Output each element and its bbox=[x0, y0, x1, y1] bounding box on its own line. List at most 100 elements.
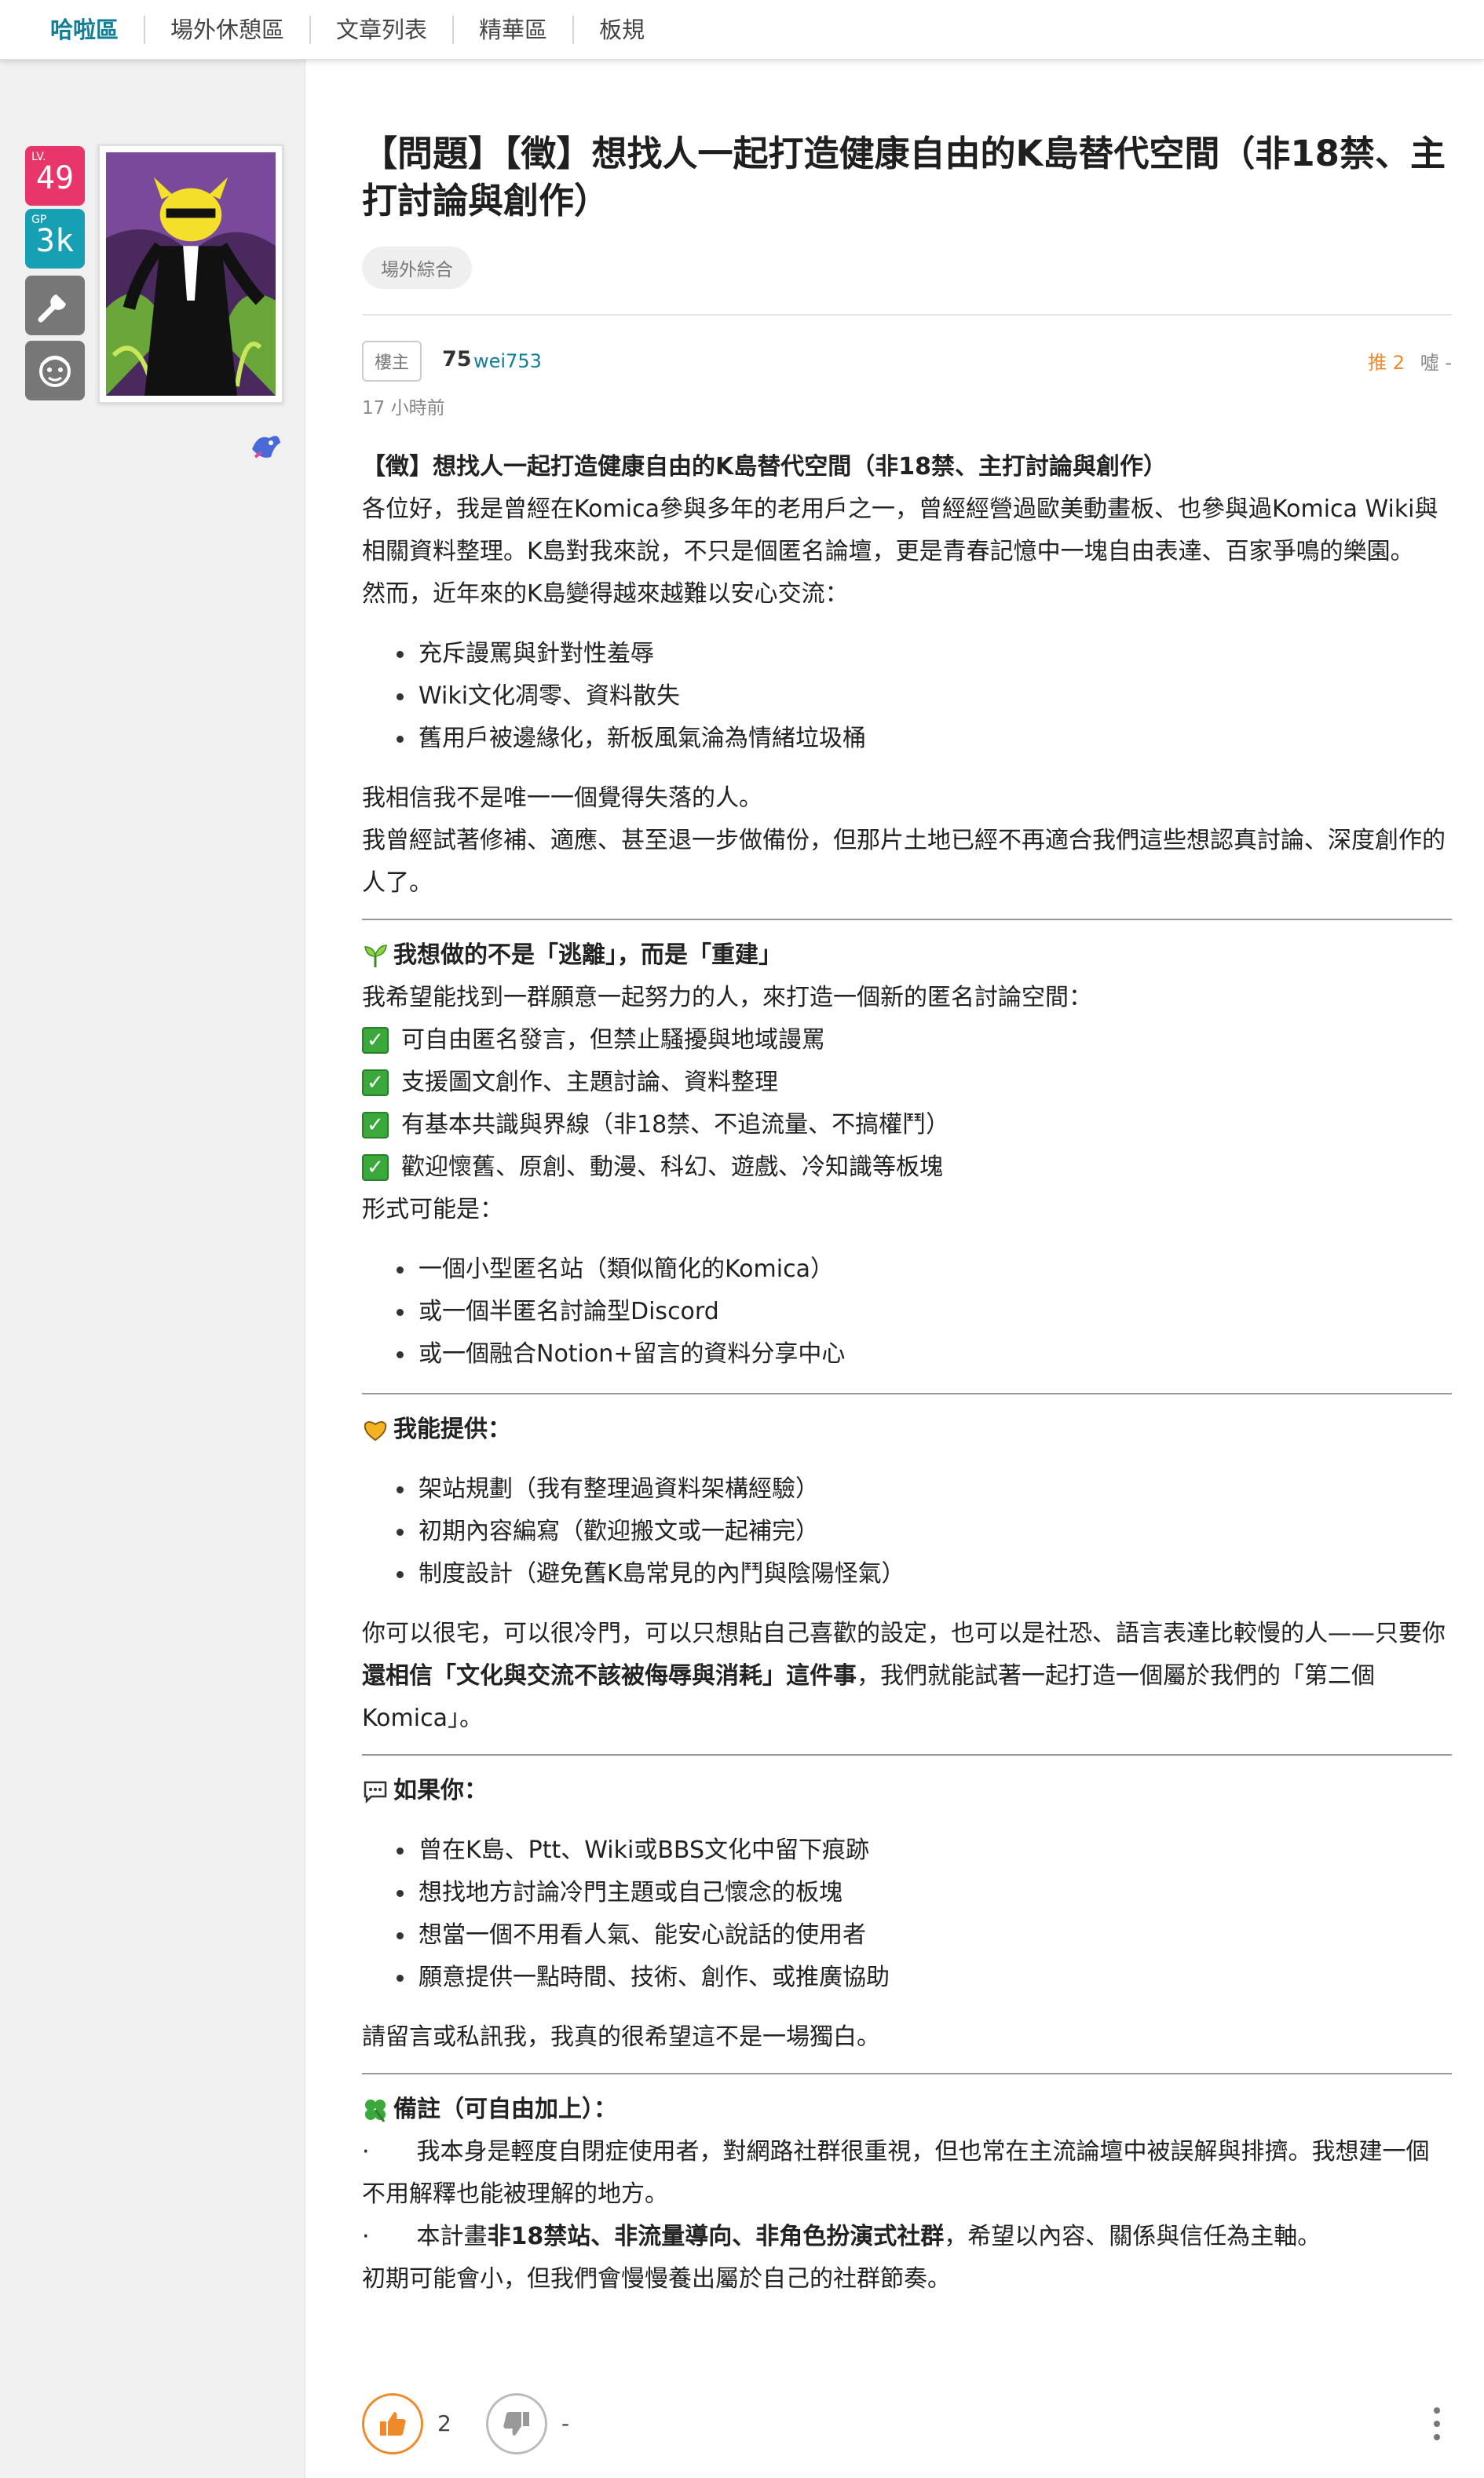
post-body: 【徵】想找人一起打造健康自由的K島替代空間（非18禁、主打討論與創作） 各位好，… bbox=[362, 446, 1452, 2301]
section-note-title: 備註（可自由加上）： bbox=[362, 2089, 1452, 2131]
thumbs-down-icon bbox=[503, 2412, 529, 2436]
section-offer-title: 我能提供： bbox=[362, 1409, 1452, 1451]
level-value: 49 bbox=[35, 160, 75, 196]
author-id[interactable]: wei753 bbox=[473, 350, 542, 372]
section-rebuild-intro: 我希望能找到一群願意一起努力的人，來打造一個新的匿名討論空間： bbox=[362, 984, 1092, 1011]
list-item: 一個小型匿名站（類似簡化的Komica） bbox=[397, 1248, 1452, 1291]
list-item: 或一個融合Notion+留言的資料分享中心 bbox=[397, 1333, 1452, 1376]
list-item: 充斥謾罵與針對性羞辱 bbox=[397, 633, 1452, 675]
check-item: ✓ 支援圖文創作、主題討論、資料整理 bbox=[362, 1062, 1452, 1104]
post-card: 【問題】【徵】想找人一起打造健康自由的K島替代空間（非18禁、主打討論與創作） … bbox=[305, 60, 1484, 2478]
seedling-icon bbox=[364, 945, 387, 967]
note-text: · 本計畫 bbox=[362, 2223, 488, 2250]
list-item: 願意提供一點時間、技術、創作、或推廣協助 bbox=[397, 1957, 1452, 1999]
list-item: 想找地方討論冷門主題或自己懷念的板塊 bbox=[397, 1872, 1452, 1914]
board-tag[interactable]: 場外綜合 bbox=[362, 247, 472, 289]
section-divider bbox=[362, 1393, 1452, 1394]
nav-item-article-list[interactable]: 文章列表 bbox=[309, 15, 452, 44]
face-icon[interactable] bbox=[25, 341, 85, 400]
check-text: 歡迎懷舊、原創、動漫、科幻、遊戲、冷知識等板塊 bbox=[401, 1153, 943, 1181]
boo-count: 噓 - bbox=[1420, 352, 1452, 374]
title-sprite-icon bbox=[252, 436, 280, 459]
note-bold: 非18禁站、非流量導向、非角色扮演式社群 bbox=[487, 2223, 945, 2250]
section-rebuild-title: 我想做的不是「逃離」，而是「重建」 bbox=[362, 934, 1452, 977]
check-icon: ✓ bbox=[362, 1112, 389, 1138]
body-not-alone: 我相信我不是唯一一個覺得失落的人。 bbox=[362, 784, 762, 812]
note-3: 初期可能會小，但我們會慢慢養出屬於自己的社群節奏。 bbox=[362, 2265, 951, 2293]
if-list: 曾在K島、Ptt、Wiki或BBS文化中留下痕跡 想找地方討論冷門主題或自己懷念… bbox=[362, 1829, 1452, 1999]
list-item: 或一個半匿名討論型Discord bbox=[397, 1291, 1452, 1333]
section-if-label: 如果你： bbox=[393, 1777, 488, 1804]
paragraph-text: 你可以很宅，可以很冷門，可以只想貼自己喜歡的設定，也可以是社恐、語言表達比較慢的… bbox=[362, 1620, 1446, 1647]
list-item: 舊用戶被邊緣化，新板風氣淪為情緒垃圾桶 bbox=[397, 718, 1452, 760]
list-item: 制度設計（避免舊K島常見的內鬥與陰陽怪氣） bbox=[397, 1553, 1452, 1595]
gp-label: GP bbox=[31, 214, 47, 226]
list-item: Wiki文化凋零、資料散失 bbox=[397, 675, 1452, 718]
nav-item-lounge[interactable]: 場外休憩區 bbox=[144, 15, 309, 44]
body-closing: 請留言或私訊我，我真的很希望這不是一場獨白。 bbox=[362, 2023, 880, 2051]
post-title: 【問題】【徵】想找人一起打造健康自由的K島替代空間（非18禁、主打討論與創作） bbox=[362, 133, 1446, 221]
author-level: 75 bbox=[442, 347, 472, 371]
dislike-button[interactable] bbox=[486, 2393, 547, 2454]
push-count: 推 2 bbox=[1368, 352, 1405, 374]
section-divider bbox=[362, 919, 1452, 920]
speech-bubble-icon bbox=[364, 1781, 387, 1804]
check-text: 支援圖文創作、主題討論、資料整理 bbox=[401, 1069, 778, 1096]
section-offer-label: 我能提供： bbox=[393, 1416, 511, 1443]
like-count: 2 bbox=[437, 2410, 451, 2436]
heart-hands-icon bbox=[364, 1421, 387, 1442]
wrench-icon[interactable] bbox=[25, 276, 85, 335]
body-heading: 【徵】想找人一起打造健康自由的K島替代空間（非18禁、主打討論與創作） bbox=[362, 453, 1167, 481]
check-item: ✓ 可自由匿名發言，但禁止騷擾與地域謾罵 bbox=[362, 1019, 1452, 1062]
list-item: 曾在K島、Ptt、Wiki或BBS文化中留下痕跡 bbox=[397, 1829, 1452, 1872]
body-intro: 各位好，我是曾經在Komica參與多年的老用戶之一，曾經經營過歐美動畫板、也參與… bbox=[362, 495, 1438, 565]
problem-list: 充斥謾罵與針對性羞辱 Wiki文化凋零、資料散失 舊用戶被邊緣化，新板風氣淪為情… bbox=[362, 633, 1452, 760]
nav-item-featured[interactable]: 精華區 bbox=[452, 15, 572, 44]
check-text: 可自由匿名發言，但禁止騷擾與地域謾罵 bbox=[401, 1026, 825, 1054]
section-divider bbox=[362, 2073, 1452, 2074]
forms-list: 一個小型匿名站（類似簡化的Komica） 或一個半匿名討論型Discord 或一… bbox=[362, 1248, 1452, 1376]
title-divider bbox=[362, 314, 1452, 316]
clover-icon bbox=[365, 2100, 386, 2122]
section-divider bbox=[362, 1754, 1452, 1756]
avatar-image bbox=[106, 152, 276, 396]
section-note-label: 備註（可自由加上）： bbox=[393, 2096, 617, 2123]
check-item: ✓ 歡迎懷舊、原創、動漫、科幻、遊戲、冷知識等板塊 bbox=[362, 1146, 1452, 1189]
section-if-title: 如果你： bbox=[362, 1770, 1452, 1812]
post-actions: 2 - bbox=[362, 2393, 1452, 2464]
nav-item-rules[interactable]: 板規 bbox=[572, 15, 670, 44]
section-rebuild-label: 我想做的不是「逃離」，而是「重建」 bbox=[393, 941, 782, 969]
more-vertical-icon[interactable] bbox=[1431, 2404, 1442, 2443]
top-nav: 哈啦區 場外休憩區 文章列表 精華區 板規 bbox=[0, 0, 1484, 60]
note-2: · 本計畫非18禁站、非流量導向、非角色扮演式社群，希望以內容、關係與信任為主軸… bbox=[362, 2216, 1452, 2258]
check-icon: ✓ bbox=[362, 1027, 389, 1054]
list-item: 想當一個不用看人氣、能安心說話的使用者 bbox=[397, 1914, 1452, 1957]
post-meta: 樓主 75 wei753 推 2 噓 - bbox=[362, 341, 1452, 388]
nav-item-hala[interactable]: 哈啦區 bbox=[47, 16, 144, 44]
check-icon: ✓ bbox=[362, 1154, 389, 1181]
list-item: 初期內容編寫（歡迎搬文或一起補完） bbox=[397, 1511, 1452, 1553]
body-however: 然而，近年來的K島變得越來越難以安心交流： bbox=[362, 580, 849, 608]
note-1: · 我本身是輕度自閉症使用者，對網路社群很重視，但也常在主流論壇中被誤解與排擠。… bbox=[362, 2138, 1430, 2208]
like-button[interactable] bbox=[362, 2393, 423, 2454]
author-sidebar: LV. 49 GP 3k bbox=[0, 60, 305, 2478]
thumbs-up-icon bbox=[380, 2412, 406, 2436]
level-label: LV. bbox=[31, 151, 46, 163]
list-item: 架站規劃（我有整理過資料架構經驗） bbox=[397, 1468, 1452, 1511]
dislike-count: - bbox=[561, 2410, 570, 2436]
avatar[interactable] bbox=[98, 144, 283, 404]
offer-list: 架站規劃（我有整理過資料架構經驗） 初期內容編寫（歡迎搬文或一起補完） 制度設計… bbox=[362, 1468, 1452, 1595]
check-icon: ✓ bbox=[362, 1069, 389, 1096]
gp-value: 3k bbox=[35, 223, 75, 259]
check-item: ✓ 有基本共識與界線（非18禁、不追流量、不搞權鬥） bbox=[362, 1104, 1452, 1146]
level-badge[interactable]: LV. 49 bbox=[25, 146, 85, 206]
gp-badge[interactable]: GP 3k bbox=[25, 209, 85, 269]
body-tried: 我曾經試著修補、適應、甚至退一步做備份，但那片土地已經不再適合我們這些想認真討論… bbox=[362, 827, 1446, 897]
body-paragraph: 你可以很宅，可以很冷門，可以只想貼自己喜歡的設定，也可以是社恐、語言表達比較慢的… bbox=[362, 1613, 1452, 1740]
forms-label: 形式可能是： bbox=[362, 1196, 503, 1223]
author-tag: 樓主 bbox=[362, 341, 422, 382]
post-time: 17 小時前 bbox=[362, 398, 445, 418]
post-content: 【問題】【徵】想找人一起打造健康自由的K島替代空間（非18禁、主打討論與創作） … bbox=[362, 130, 1452, 2301]
paragraph-bold: 還相信「文化與交流不該被侮辱與消耗」這件事 bbox=[362, 1662, 857, 1690]
note-text: ，希望以內容、關係與信任為主軸。 bbox=[944, 2223, 1321, 2250]
